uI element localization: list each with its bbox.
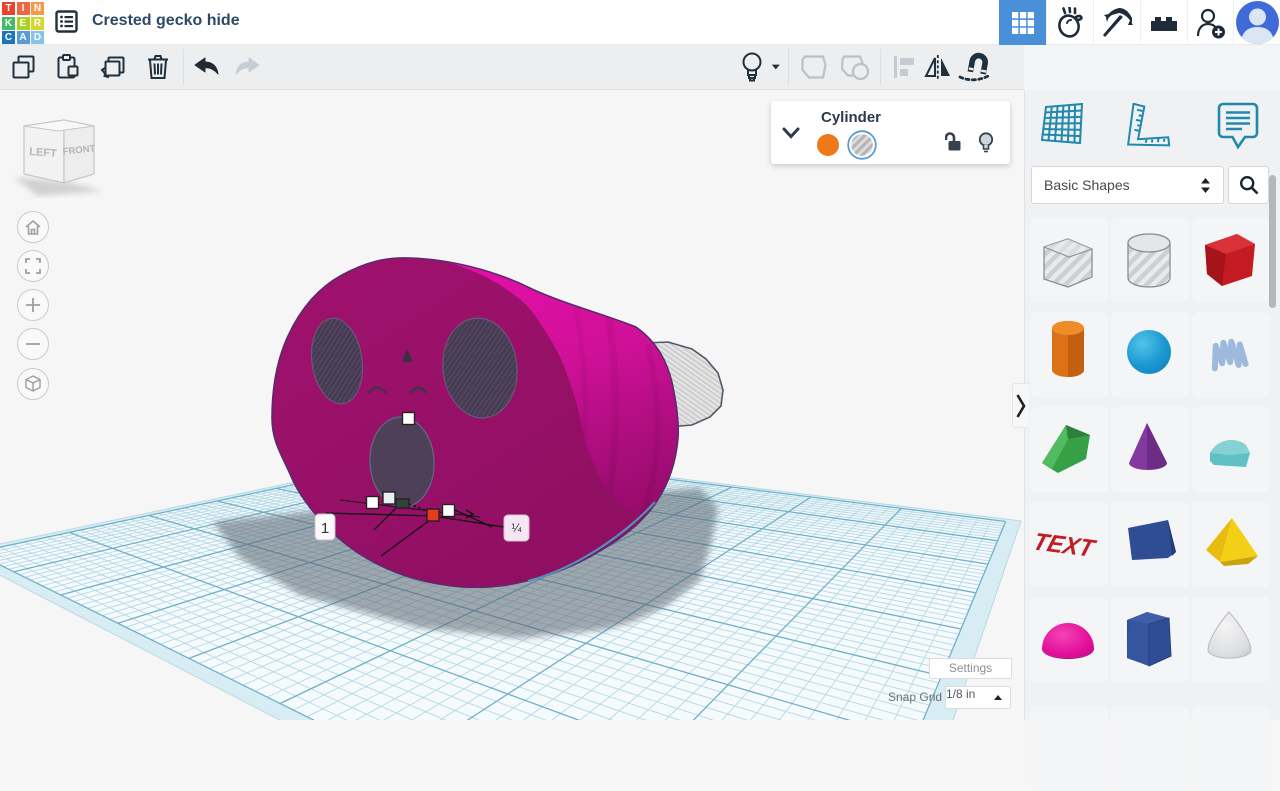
svg-text:¼: ¼ xyxy=(511,521,522,535)
svg-text:LEFT: LEFT xyxy=(29,146,58,160)
svg-text:1: 1 xyxy=(321,520,329,537)
svg-text:TEXT: TEXT xyxy=(1030,529,1100,563)
